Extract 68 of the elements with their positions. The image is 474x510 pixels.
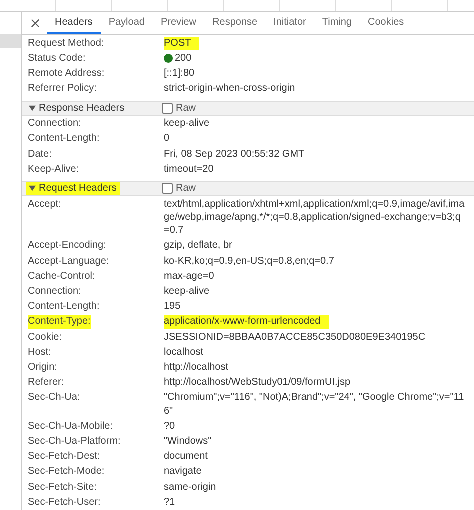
tab[interactable]: Initiator [266, 12, 314, 34]
header-name: Referrer Policy: [28, 82, 97, 96]
header-value: ?0 [164, 420, 176, 433]
checkbox-label: Raw [176, 183, 196, 194]
triangle-icon [29, 185, 36, 192]
section-toggle[interactable]: Request Headers [26, 182, 120, 196]
tab[interactable]: Timing [314, 12, 360, 34]
header-name: Sec-Fetch-User: [28, 496, 101, 509]
header-name: Sec-Fetch-Mode: [28, 465, 105, 479]
header-name: Request Method: [28, 36, 104, 50]
header-value: POST [164, 36, 200, 50]
tab[interactable]: Preview [152, 12, 205, 34]
header-value: keep-alive [164, 284, 211, 298]
status-dot-icon [164, 54, 173, 63]
header-value: same-origin [164, 480, 218, 494]
header-name: Cookie: [28, 330, 62, 344]
header-name: Sec-Ch-Ua-Mobile: [28, 420, 114, 433]
header-value: 200 [175, 52, 193, 66]
header-name: Accept-Language: [28, 254, 110, 268]
header-name: Host: [28, 346, 52, 359]
header-name: Date: [28, 148, 52, 161]
header-name: Referer: [28, 376, 64, 390]
tab[interactable]: Cookies [360, 12, 412, 34]
header-value: localhost [164, 346, 204, 359]
header-name: Keep-Alive: [28, 162, 80, 176]
header-value: max-age=0 [164, 270, 216, 283]
tab[interactable]: Response [204, 12, 266, 34]
header-value: timeout=20 [164, 162, 215, 176]
header-name: Status Code: [28, 52, 86, 66]
close-icon[interactable] [31, 18, 40, 28]
header-value: "Windows" [164, 434, 213, 448]
header-name: Content-Length: [28, 300, 100, 314]
header-value: navigate [164, 465, 203, 479]
header-name: Content-Type: [28, 315, 91, 329]
header-value: Fri, 08 Sep 2023 00:55:32 GMT [164, 148, 306, 161]
checkbox[interactable] [162, 102, 173, 114]
header-value: http://localhost/WebStudy01/09/formUI.jsp [164, 376, 352, 390]
tab[interactable]: Payload [100, 12, 153, 34]
header-name: Content-Length: [28, 132, 100, 146]
header-name: Sec-Fetch-Dest: [28, 450, 100, 464]
header-value: document [164, 450, 209, 464]
checkbox-label: Raw [176, 102, 196, 114]
triangle-icon [29, 104, 36, 112]
header-value: ?1 [164, 496, 176, 509]
header-name: Accept-Encoding: [28, 239, 106, 253]
header-value: strict-origin-when-cross-origin [164, 82, 296, 96]
section-toggle[interactable]: Response Headers [26, 102, 128, 115]
header-value: http://localhost [164, 360, 230, 374]
header-name: Origin: [28, 360, 58, 374]
header-value: ko-KR,ko;q=0.9,en-US;q=0.8,en;q=0.7 [164, 254, 336, 268]
header-value: "Chromium";v="116", "Not)A;Brand";v="24", "Google Chrome";v="116" [164, 391, 466, 418]
header-value: JSESSIONID=8BBAA0B7ACCE85C350D080E9E340195C [164, 330, 427, 344]
header-name: Accept: [28, 198, 62, 212]
header-name: Connection: [28, 284, 82, 298]
header-name: Sec-Fetch-Site: [28, 480, 97, 494]
tab[interactable]: Headers [47, 12, 101, 34]
header-name: Sec-Ch-Ua-Platform: [28, 434, 121, 448]
header-name: Connection: [28, 117, 82, 130]
header-value: gzip, deflate, br [164, 239, 234, 253]
header-value: 0 [164, 132, 171, 146]
header-value: 195 [164, 300, 182, 314]
header-value: [::1]:80 [164, 67, 196, 80]
header-name: Cache-Control: [28, 270, 96, 283]
header-value: application/x-www-form-urlencoded [164, 315, 329, 329]
checkbox[interactable] [162, 183, 173, 194]
header-name: Remote Address: [28, 67, 105, 80]
header-value: keep-alive [164, 117, 211, 130]
header-name: Sec-Ch-Ua: [28, 391, 80, 406]
